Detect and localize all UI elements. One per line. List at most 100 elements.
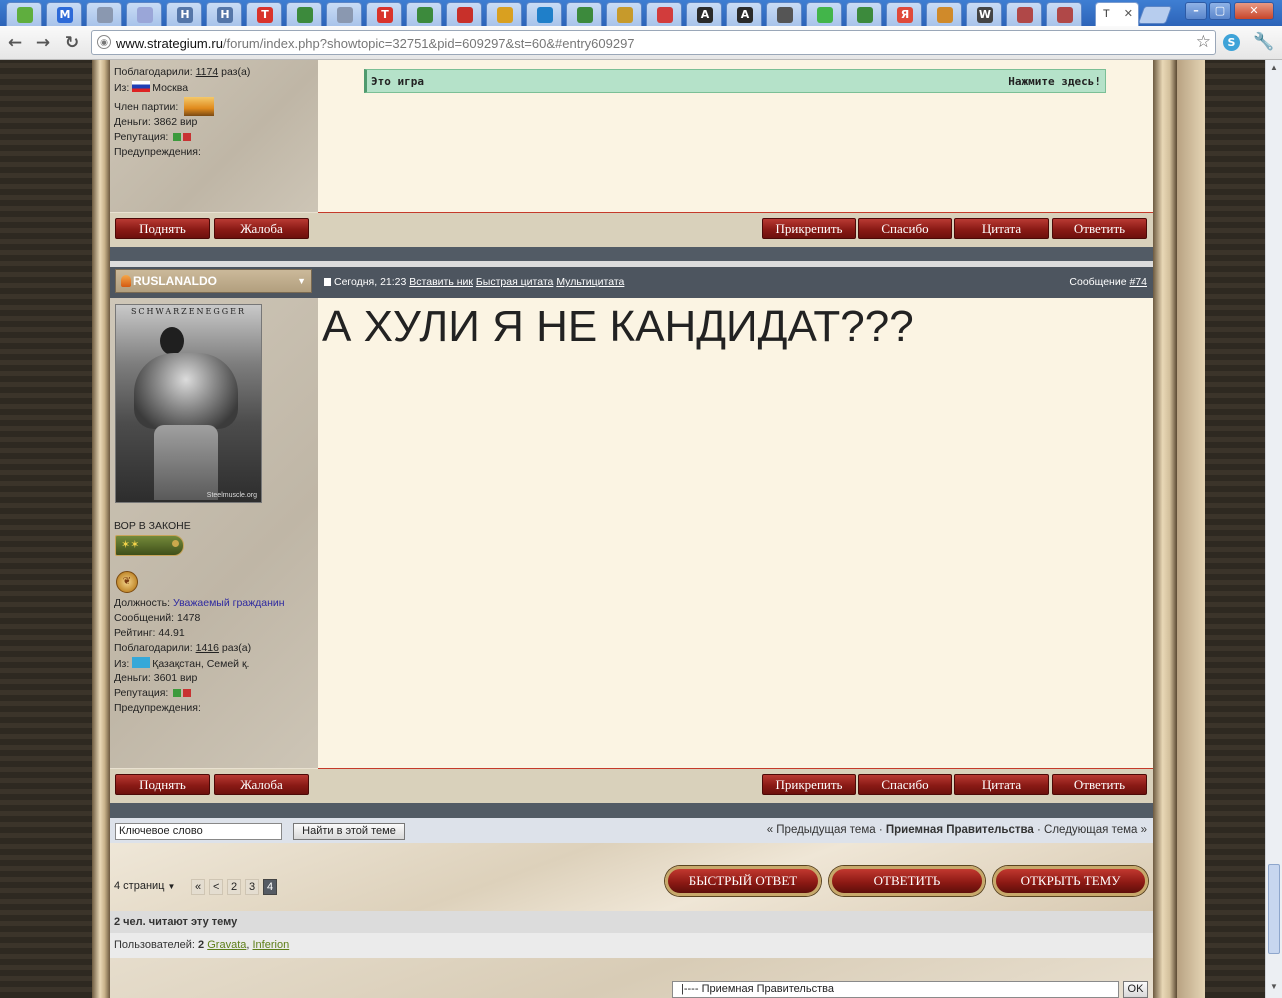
scroll-down-arrow[interactable]: ▼ (1268, 982, 1280, 994)
window-close-button[interactable]: ✕ (1234, 2, 1274, 20)
browser-tab[interactable]: Я (886, 2, 922, 26)
next-topic-link[interactable]: Следующая тема » (1044, 824, 1147, 836)
user-link-gravata[interactable]: Gravata (207, 939, 246, 951)
quote-button[interactable]: Цитата (954, 218, 1049, 239)
thanks-button[interactable]: Спасибо (858, 774, 952, 795)
browser-tab[interactable] (126, 2, 162, 26)
quick-reply-button[interactable]: БЫСТРЫЙ ОТВЕТ (665, 866, 821, 896)
bookmark-star-icon[interactable]: ☆ (1196, 32, 1211, 52)
multi-quote-link[interactable]: Мультицитата (556, 276, 624, 288)
browser-tab[interactable] (446, 2, 482, 26)
reply-button[interactable]: Ответить (1052, 774, 1147, 795)
new-topic-button[interactable]: ОТКРЫТЬ ТЕМУ (993, 866, 1148, 896)
address-bar[interactable]: ◉ www.strategium.ru/forum/index.php?show… (91, 30, 1216, 55)
tab-active[interactable]: T ✕ (1095, 2, 1139, 26)
thanks-button[interactable]: Спасибо (858, 218, 952, 239)
message-number-link[interactable]: #74 (1129, 276, 1147, 288)
browser-tab[interactable] (566, 2, 602, 26)
page-3-button[interactable]: 3 (245, 879, 260, 895)
browser-tab[interactable] (766, 2, 802, 26)
browser-tab[interactable] (606, 2, 642, 26)
address-url: www.strategium.ru/forum/index.php?showto… (116, 36, 635, 51)
forward-button[interactable]: → (32, 32, 54, 54)
reload-button[interactable]: ↻ (61, 32, 83, 54)
wrench-menu-icon[interactable]: 🔧 (1253, 32, 1274, 52)
pages-dropdown[interactable]: 4 страниц ▼ (114, 880, 175, 892)
browser-tab[interactable]: T (366, 2, 402, 26)
page-2-button[interactable]: 2 (227, 879, 242, 895)
browser-tab[interactable] (1046, 2, 1082, 26)
pin-button[interactable]: Прикрепить (762, 218, 856, 239)
rep-minus-icon[interactable] (173, 133, 182, 141)
wikipedia-icon: W (977, 7, 993, 23)
rep-minus-icon[interactable] (173, 689, 182, 697)
browser-tab[interactable] (926, 2, 962, 26)
browser-tab[interactable] (846, 2, 882, 26)
browser-tab[interactable] (806, 2, 842, 26)
browser-tab[interactable] (286, 2, 322, 26)
skype-extension-icon[interactable]: S (1223, 34, 1240, 51)
forum-jump-select[interactable]: |---- Приемная Правительства (672, 981, 1119, 998)
quick-quote-link[interactable]: Быстрая цитата (476, 276, 554, 288)
readers-title: 2 чел. читают эту тему (114, 916, 238, 928)
users-line: Пользователей: 2 Gravata, Inferion (114, 939, 290, 951)
page-info-icon[interactable]: ◉ (97, 35, 111, 49)
browser-tab[interactable] (326, 2, 362, 26)
forum-link[interactable]: Приемная Правительства (886, 824, 1034, 836)
topic-navigation: « Предыдущая тема · Приемная Правительст… (766, 824, 1147, 836)
browser-tab[interactable]: A (726, 2, 762, 26)
back-button[interactable]: ← (4, 32, 26, 54)
pin-button[interactable]: Прикрепить (762, 774, 856, 795)
minimize-button[interactable]: – (1185, 2, 1207, 20)
report-button[interactable]: Жалоба (214, 774, 309, 795)
tools-icon (497, 7, 513, 23)
up-button[interactable]: Поднять (115, 218, 210, 239)
spoiler-box[interactable]: Это игра Нажмите здесь! (364, 69, 1106, 93)
browser-tab[interactable] (526, 2, 562, 26)
browser-tab[interactable] (646, 2, 682, 26)
spoiler-toggle[interactable]: Нажмите здесь! (1008, 75, 1101, 88)
monitor-icon (777, 7, 793, 23)
prev-topic-link[interactable]: « Предыдущая тема (767, 824, 876, 836)
browser-tab[interactable]: M (46, 2, 82, 26)
tab-close-icon[interactable]: ✕ (1124, 7, 1133, 20)
right-background (1205, 60, 1265, 998)
post-page-icon (324, 278, 331, 286)
browser-tab[interactable]: A (686, 2, 722, 26)
browser-tab[interactable]: H (166, 2, 202, 26)
active-readers-header: 2 чел. читают эту тему (110, 911, 1153, 933)
report-button[interactable]: Жалоба (214, 218, 309, 239)
post-actions: Поднять Жалоба Прикрепить Спасибо Цитата… (110, 769, 1153, 803)
find-in-topic-button[interactable]: Найти в этой теме (293, 823, 405, 840)
author-dropdown[interactable]: RUSLANALDO ▼ (115, 269, 312, 293)
browser-tab[interactable]: T (246, 2, 282, 26)
reply-topic-button[interactable]: ОТВЕТИТЬ (829, 866, 985, 896)
maximize-button[interactable]: ▢ (1209, 2, 1231, 20)
rep-plus-icon[interactable] (183, 133, 192, 141)
rep-plus-icon[interactable] (183, 689, 192, 697)
prev-thanks-count[interactable]: 1174 (196, 66, 219, 78)
thanks-count[interactable]: 1416 (196, 642, 219, 654)
vertical-scrollbar[interactable]: ▲ ▼ (1265, 60, 1282, 998)
scroll-up-arrow[interactable]: ▲ (1268, 63, 1280, 75)
browser-tab[interactable]: H (206, 2, 242, 26)
reply-button[interactable]: Ответить (1052, 218, 1147, 239)
browser-tab[interactable] (1006, 2, 1042, 26)
quote-button[interactable]: Цитата (954, 774, 1049, 795)
scroll-thumb[interactable] (1268, 864, 1280, 954)
up-button[interactable]: Поднять (115, 774, 210, 795)
forum-jump-ok-button[interactable]: OK (1123, 981, 1148, 998)
new-tab-button[interactable] (1137, 6, 1173, 24)
keyword-search-input[interactable]: Ключевое слово (115, 823, 282, 840)
insert-nick-link[interactable]: Вставить ник (409, 276, 473, 288)
browser-tab[interactable] (6, 2, 42, 26)
user-link-inferion[interactable]: Inferion (253, 939, 290, 951)
browser-tab[interactable]: W (966, 2, 1002, 26)
prev-page-button[interactable]: < (209, 879, 224, 895)
browser-tab[interactable] (86, 2, 122, 26)
first-page-button[interactable]: « (191, 879, 206, 895)
prev-reputation-line: Репутация: (114, 131, 192, 143)
browser-tab[interactable] (406, 2, 442, 26)
grid-icon (137, 7, 153, 23)
browser-tab[interactable] (486, 2, 522, 26)
